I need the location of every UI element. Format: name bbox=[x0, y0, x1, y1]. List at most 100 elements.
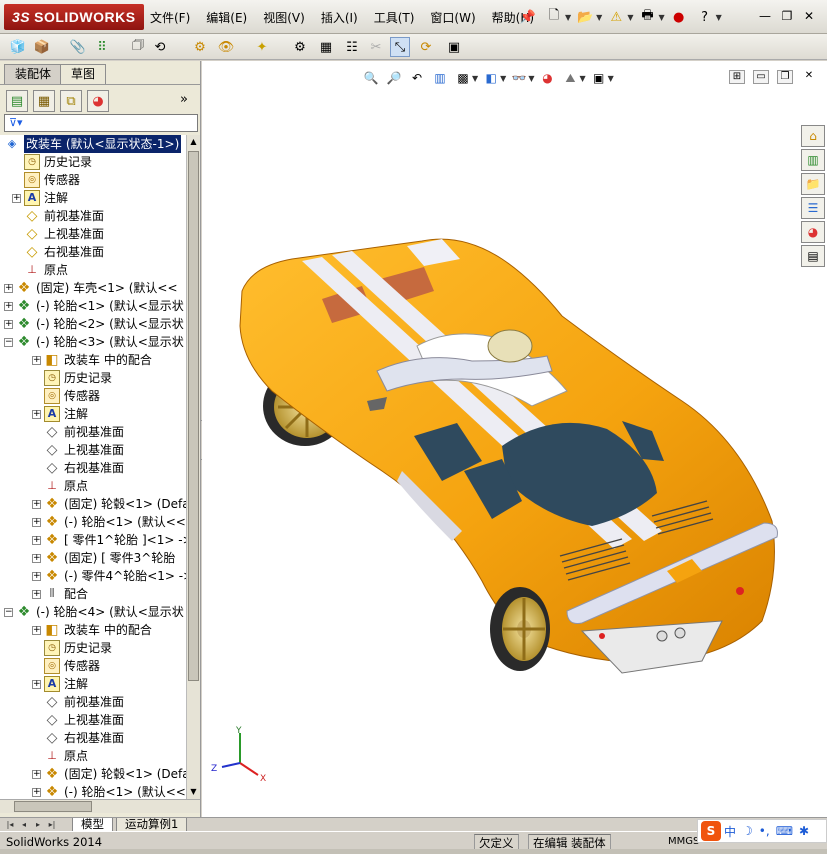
tree-item[interactable]: ⊥ 原点 bbox=[0, 261, 186, 279]
tree-horizontal-scrollbar[interactable] bbox=[0, 799, 200, 813]
tree-item[interactable]: + ❖ (固定) [ 零件3^轮胎 bbox=[0, 549, 186, 567]
hscroll-thumb[interactable] bbox=[14, 801, 92, 812]
expand-toggle-icon[interactable]: + bbox=[4, 284, 13, 293]
menu-insert[interactable]: 插入(I) bbox=[321, 9, 358, 26]
help-dropdown-icon[interactable]: ▼ bbox=[716, 13, 722, 22]
sogou-ime-icon[interactable]: S bbox=[701, 821, 721, 841]
print-dropdown-icon[interactable]: ▼ bbox=[658, 13, 664, 22]
configurationmanager-tab-icon[interactable]: ⧉ bbox=[60, 90, 82, 112]
filter-icon[interactable]: ⊽▾ bbox=[9, 116, 23, 129]
expand-toggle-icon[interactable]: + bbox=[32, 572, 41, 581]
exploded-view-icon[interactable]: ✂ bbox=[366, 37, 386, 57]
expand-toggle-icon[interactable]: + bbox=[4, 302, 13, 311]
tree-root-assembly[interactable]: ◈ 改装车 (默认<显示状态-1>) bbox=[0, 135, 186, 153]
collapse-toggle-icon[interactable]: − bbox=[4, 608, 13, 617]
tree-item[interactable]: ⊥ 原点 bbox=[0, 747, 186, 765]
displaymanager-tab-icon[interactable]: ◕ bbox=[87, 90, 109, 112]
graphics-area[interactable]: 🔍 🔎 ↶ ▥ ▩ ▼ ◧ ▼ 👓 ▼ ◕ ⛰ ▼ ▣ ▼ ⊞ ▭ ❐ ✕ ⌂ ▥ 📁 ☰… bbox=[202, 61, 827, 817]
rebuild-dropdown-icon[interactable]: ▼ bbox=[627, 13, 633, 22]
scroll-down-icon[interactable]: ▼ bbox=[187, 785, 200, 799]
ime-punct-icon[interactable]: •, bbox=[759, 824, 770, 838]
next-tab-icon[interactable]: ▸ bbox=[32, 819, 44, 831]
solidworks-resources-icon[interactable]: ⌂ bbox=[801, 125, 825, 147]
tree-item[interactable]: ⊥ 原点 bbox=[0, 477, 186, 495]
viewport-close-icon[interactable]: ✕ bbox=[801, 70, 817, 84]
tree-item[interactable]: + ❖ (-) 轮胎<1> (默认<< bbox=[0, 513, 186, 531]
custom-properties-icon[interactable]: ▤ bbox=[801, 245, 825, 267]
tree-item[interactable]: + ❖ (-) 轮胎<1> (默认<显示状 bbox=[0, 297, 186, 315]
tree-item[interactable]: ◇ 前视基准面 bbox=[0, 693, 186, 711]
tree-item[interactable]: ◷ 历史记录 bbox=[0, 153, 186, 171]
ime-keyboard-icon[interactable]: ⌨ bbox=[776, 824, 793, 838]
expand-toggle-icon[interactable]: + bbox=[32, 590, 41, 599]
smart-fastener-icon[interactable]: ⚙ bbox=[190, 37, 210, 57]
pattern-icon[interactable]: ⠿ bbox=[92, 37, 112, 57]
tab-sketch[interactable]: 草图 bbox=[60, 64, 107, 84]
tree-item[interactable]: ◎ 传感器 bbox=[0, 657, 186, 675]
tree-item[interactable]: ◇ 前视基准面 bbox=[0, 423, 186, 441]
collapse-toggle-icon[interactable]: − bbox=[4, 338, 13, 347]
expand-toggle-icon[interactable]: + bbox=[12, 194, 21, 203]
print-icon[interactable]: 🖶 bbox=[637, 7, 657, 27]
file-explorer-icon[interactable]: 📁 bbox=[801, 173, 825, 195]
restore-icon[interactable]: ❐ bbox=[777, 9, 797, 25]
menu-edit[interactable]: 编辑(E) bbox=[206, 9, 247, 26]
expand-toggle-icon[interactable]: + bbox=[32, 680, 41, 689]
ime-moon-icon[interactable]: ☽ bbox=[742, 824, 753, 838]
prev-tab-icon[interactable]: ◂ bbox=[18, 819, 30, 831]
traffic-light-icon[interactable]: ● bbox=[669, 7, 689, 27]
expand-tabs-icon[interactable]: » bbox=[180, 92, 188, 107]
expand-toggle-icon[interactable]: + bbox=[32, 770, 41, 779]
menu-file[interactable]: 文件(F) bbox=[150, 9, 190, 26]
featuremanager-tab-icon[interactable]: ▤ bbox=[6, 90, 28, 112]
edit-component-icon[interactable]: 🗇 bbox=[128, 37, 148, 57]
expand-toggle-icon[interactable]: + bbox=[32, 554, 41, 563]
tab-motion-study[interactable]: 运动算例1 bbox=[116, 818, 188, 832]
rebuild-warning-icon[interactable]: ⚠ bbox=[606, 7, 626, 27]
new-dropdown-icon[interactable]: ▼ bbox=[565, 13, 571, 22]
design-library-icon[interactable]: ▥ bbox=[801, 149, 825, 171]
car-model-render[interactable] bbox=[202, 61, 802, 681]
menu-view[interactable]: 视图(V) bbox=[263, 9, 305, 26]
move-component-icon[interactable]: ⟲ bbox=[150, 37, 170, 57]
tree-vertical-scrollbar[interactable]: ▲ ▼ bbox=[186, 135, 200, 799]
help-icon[interactable]: ? bbox=[695, 7, 715, 27]
first-tab-icon[interactable]: |◂ bbox=[4, 819, 16, 831]
tree-item[interactable]: + ❖ (-) 轮胎<1> (默认<< bbox=[0, 783, 186, 799]
expand-toggle-icon[interactable]: + bbox=[32, 626, 41, 635]
close-icon[interactable]: ✕ bbox=[799, 9, 819, 25]
tree-item[interactable]: + ❖ (固定) 车壳<1> (默认<< bbox=[0, 279, 186, 297]
expand-toggle-icon[interactable]: + bbox=[4, 320, 13, 329]
menu-window[interactable]: 窗口(W) bbox=[430, 9, 475, 26]
update-speedpak-icon[interactable]: ⟳ bbox=[416, 37, 436, 57]
open-folder-icon[interactable]: 📂 bbox=[575, 7, 595, 27]
tree-item[interactable]: ◇ 右视基准面 bbox=[0, 459, 186, 477]
tree-item[interactable]: ◇ 上视基准面 bbox=[0, 225, 186, 243]
tree-item[interactable]: ◷ 历史记录 bbox=[0, 639, 186, 657]
tree-item[interactable]: + ❖ (-) 零件4^轮胎<1> -> bbox=[0, 567, 186, 585]
tree-item[interactable]: + ❖ (固定) 轮毂<1> (Defa bbox=[0, 765, 186, 783]
tab-model[interactable]: 模型 bbox=[72, 818, 113, 832]
tree-item[interactable]: ◎ 传感器 bbox=[0, 171, 186, 189]
expand-toggle-icon[interactable]: + bbox=[32, 788, 41, 797]
tree-item[interactable]: + ❖ [ 零件1^轮胎 ]<1> -> bbox=[0, 531, 186, 549]
tree-item[interactable]: ◎ 传感器 bbox=[0, 387, 186, 405]
expand-toggle-icon[interactable]: + bbox=[32, 536, 41, 545]
tree-item[interactable]: ◇ 右视基准面 bbox=[0, 729, 186, 747]
view-palette-icon[interactable]: ☰ bbox=[801, 197, 825, 219]
tree-item[interactable]: + ⫼ 配合 bbox=[0, 585, 186, 603]
menu-tools[interactable]: 工具(T) bbox=[374, 9, 415, 26]
last-tab-icon[interactable]: ▸| bbox=[46, 819, 58, 831]
tree-item[interactable]: − ❖ (-) 轮胎<3> (默认<显示状 bbox=[0, 333, 186, 351]
new-document-icon[interactable]: 🗋 bbox=[544, 7, 564, 27]
tree-item[interactable]: + ❖ (-) 轮胎<2> (默认<显示状 bbox=[0, 315, 186, 333]
instant3d-icon[interactable]: ⤡ bbox=[390, 37, 410, 57]
tree-item[interactable]: + ◧ 改装车 中的配合 bbox=[0, 621, 186, 639]
appearances-icon[interactable]: ◕ bbox=[801, 221, 825, 243]
tree-item[interactable]: + A 注解 bbox=[0, 675, 186, 693]
solidworks-logo[interactable]: 3S SOLIDWORKS bbox=[4, 4, 144, 30]
expand-toggle-icon[interactable]: + bbox=[32, 356, 41, 365]
tree-item[interactable]: + ◧ 改装车 中的配合 bbox=[0, 351, 186, 369]
ime-settings-icon[interactable]: ✱ bbox=[799, 824, 809, 838]
filter-bar[interactable]: ⊽▾ bbox=[4, 114, 198, 132]
